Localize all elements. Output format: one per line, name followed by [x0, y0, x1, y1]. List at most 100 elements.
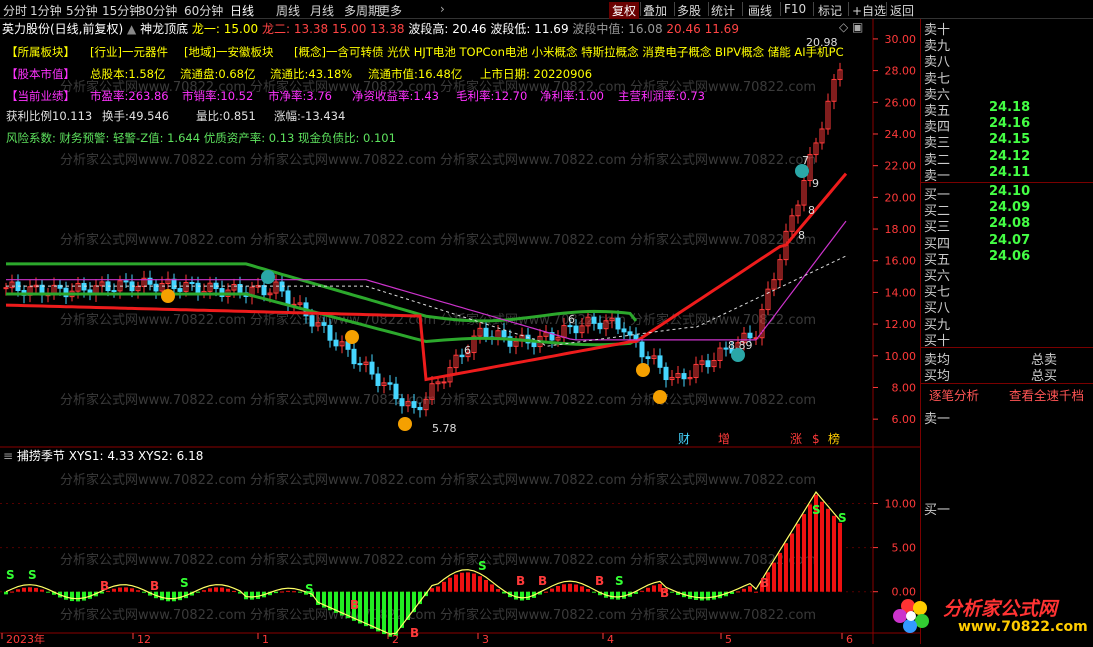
- toolbar-button-7[interactable]: +自选: [852, 2, 886, 19]
- candle-body: [321, 322, 327, 326]
- y-tick-label: 24.00: [885, 128, 917, 141]
- watermark-text: 分析家公式网www.70822.com: [440, 552, 626, 568]
- signal-marker: B: [150, 579, 159, 593]
- candle-body: [663, 366, 669, 381]
- y-tick-label: 30.00: [885, 33, 917, 46]
- toolbar-button-3[interactable]: 统计: [711, 2, 735, 19]
- y-tick-label: 14.00: [885, 286, 917, 299]
- toolbar-button-0[interactable]: 复权: [609, 2, 640, 19]
- oscillator-bar: [298, 591, 302, 593]
- sub-y-label: 5.00: [892, 542, 917, 555]
- oscillator-bar: [544, 591, 548, 593]
- oscillator-bar: [64, 591, 68, 600]
- oscillator-bar: [436, 586, 440, 592]
- info-line-1-2: 流通盘:0.68亿: [180, 67, 256, 81]
- header-value-2: 15.00: [328, 22, 367, 36]
- signal-marker: B: [350, 598, 359, 612]
- header-value-8: 11.69: [700, 22, 739, 36]
- watermark-text: 分析家公式网www.70822.com: [60, 392, 246, 408]
- y-tick-label: 26.00: [885, 96, 917, 109]
- period-tab-4[interactable]: 30分钟: [138, 2, 177, 19]
- candle-body: [351, 348, 357, 365]
- book-divider: [921, 347, 1093, 348]
- oscillator-bar: [556, 586, 560, 592]
- book-divider: [921, 182, 1093, 183]
- buy-signal-icon: [398, 417, 412, 431]
- candle-body: [657, 355, 663, 368]
- candle-body: [177, 288, 183, 292]
- signal-marker: S: [180, 576, 189, 590]
- buy-signal-icon: [636, 363, 650, 377]
- oscillator-bar: [580, 586, 584, 592]
- x-tick-label: 2023年: [6, 632, 45, 644]
- toolbar-button-1[interactable]: 叠加: [643, 2, 667, 19]
- period-tab-9[interactable]: 多周期: [344, 2, 380, 19]
- toolbar-button-2[interactable]: 多股: [677, 2, 701, 19]
- oscillator-bar: [46, 591, 50, 593]
- book-divider: [921, 383, 1093, 385]
- flower-logo-icon: [893, 599, 929, 633]
- x-tick-label: 12: [137, 633, 151, 644]
- oscillator-bar: [778, 552, 782, 592]
- signal-marker: S: [812, 503, 821, 517]
- bid-price-1: 24.09: [989, 200, 1031, 216]
- oscillator-bar: [610, 591, 614, 600]
- period-tab-1[interactable]: 1分钟: [30, 2, 62, 19]
- chart-annotation: 6: [464, 344, 471, 357]
- buy-avg-label: 买均: [924, 369, 951, 385]
- period-tab-8[interactable]: 月线: [310, 2, 334, 19]
- toolbar-button-6[interactable]: 标记: [818, 2, 842, 19]
- chart-annotation: 5.78: [432, 422, 457, 435]
- ask-price-7: 24.15: [989, 132, 1031, 148]
- oscillator-bar: [130, 588, 134, 592]
- sub-indicator-header: ≡ 捕捞季节 XYS1: 4.33 XYS2: 6.18: [3, 447, 203, 464]
- indicator-menu-icon[interactable]: ≡: [3, 449, 13, 463]
- watermark-text: 分析家公式网www.70822.com: [250, 152, 436, 168]
- x-tick-label: 4: [607, 633, 614, 644]
- oscillator-bar: [136, 590, 140, 592]
- ask-price-5: 24.18: [989, 100, 1031, 115]
- x-tick-label: 5: [725, 633, 732, 644]
- watermark-text: 分析家公式网www.70822.com: [440, 607, 626, 623]
- tab-full-depth[interactable]: 查看全速千档: [1009, 385, 1084, 404]
- watermark-text: 分析家公式网www.70822.com: [250, 232, 436, 248]
- ask-price-9: 24.11: [989, 164, 1031, 180]
- watermark-text: 分析家公式网www.70822.com: [60, 607, 246, 623]
- more-arrow-icon[interactable]: ›: [440, 2, 445, 16]
- info-line-3-2: 量比:0.851: [196, 109, 256, 123]
- candle-body: [747, 332, 753, 339]
- candle-body: [195, 282, 201, 294]
- toolbar-button-5[interactable]: F10: [784, 2, 806, 16]
- chart-annotation: 6: [568, 313, 575, 326]
- logo-url: www.70822.com: [958, 619, 1088, 635]
- oscillator-bar: [196, 591, 200, 593]
- oscillator-bar: [484, 579, 488, 592]
- toolbar-button-8[interactable]: 返回: [890, 2, 914, 19]
- period-tab-2[interactable]: 5分钟: [66, 2, 98, 19]
- signal-marker: S: [28, 568, 37, 582]
- candle-body: [123, 280, 129, 283]
- signal-marker: B: [100, 579, 109, 593]
- period-tab-5[interactable]: 60分钟: [184, 2, 223, 19]
- period-tab-10[interactable]: 更多: [378, 2, 402, 19]
- oscillator-bar: [286, 590, 290, 592]
- period-tab-7[interactable]: 周线: [276, 2, 300, 19]
- header-value-5: 波段低: 11.69: [486, 22, 569, 36]
- period-tab-6[interactable]: 日线: [230, 2, 254, 19]
- oscillator-bar: [430, 588, 434, 592]
- info-line-2-1: 市盈率:263.86: [90, 89, 169, 103]
- header-value-6: 波段中值: 16.08: [568, 22, 663, 36]
- period-tab-3[interactable]: 15分钟: [102, 2, 141, 19]
- oscillator-bar: [364, 591, 368, 627]
- y-tick-label: 10.00: [885, 350, 917, 363]
- toolbar-divider: [708, 2, 709, 16]
- collapse-icon[interactable]: ◇ ▣: [839, 20, 863, 34]
- toolbar-button-4[interactable]: 画线: [748, 2, 772, 19]
- indicator-name: 神龙顶底: [140, 22, 189, 36]
- watermark-text: 分析家公式网www.70822.com: [630, 607, 816, 623]
- oscillator-bar: [22, 587, 26, 592]
- period-tab-0[interactable]: 分时: [3, 2, 27, 19]
- oscillator-bar: [382, 591, 386, 635]
- tab-tick-analysis[interactable]: 逐笔分析: [929, 385, 979, 404]
- dashed-ma-line: [6, 255, 847, 347]
